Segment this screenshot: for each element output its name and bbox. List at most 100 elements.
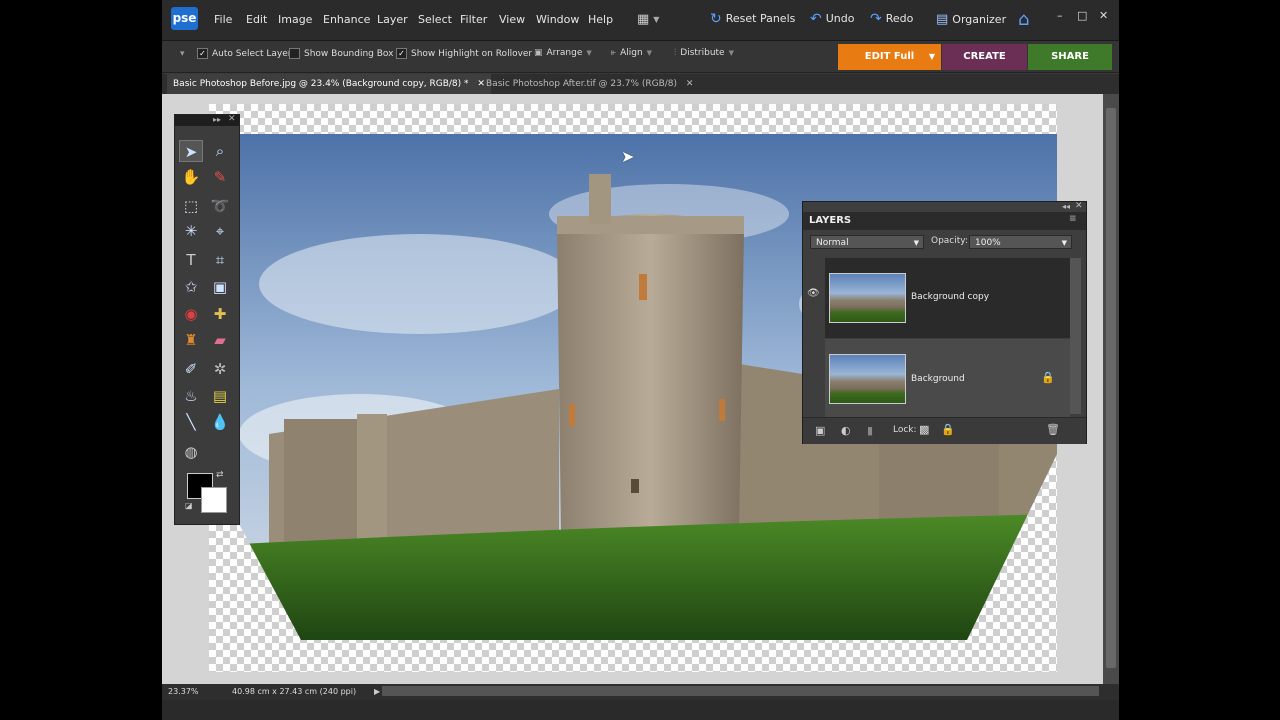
mouse-cursor-icon: ➤ bbox=[621, 147, 635, 166]
blend-mode-select[interactable]: Normal ▼ bbox=[810, 235, 924, 249]
menu-file[interactable]: File bbox=[214, 13, 232, 26]
default-colors-icon[interactable]: ◪ bbox=[185, 501, 193, 510]
reset-panels-label: Reset Panels bbox=[725, 12, 796, 25]
layer-row-background[interactable]: Background 🔒 bbox=[825, 339, 1070, 419]
bounding-box-option[interactable]: Show Bounding Box bbox=[289, 48, 393, 59]
zoom-tool-icon[interactable]: ⌕ bbox=[208, 140, 232, 162]
layers-panel-header[interactable]: LAYERS ≡ bbox=[803, 212, 1086, 230]
status-menu-arrow-icon[interactable]: ▶ bbox=[374, 687, 380, 696]
redo-button[interactable]: ↷ Redo bbox=[870, 12, 913, 26]
smart-brush-tool-icon[interactable]: ✲ bbox=[208, 358, 232, 380]
collapse-icon[interactable]: ◂◂ bbox=[1062, 202, 1070, 211]
menu-view[interactable]: View bbox=[499, 13, 525, 26]
menu-enhance[interactable]: Enhance bbox=[323, 13, 370, 26]
recompose-tool-icon[interactable]: ▣ bbox=[208, 276, 232, 298]
line-tool-icon[interactable]: ╲ bbox=[179, 411, 203, 433]
marquee-tool-icon[interactable]: ⬚ bbox=[179, 195, 203, 217]
close-button[interactable]: ✕ bbox=[1099, 9, 1108, 22]
collapse-icon[interactable]: ▸▸ bbox=[213, 115, 221, 124]
highlight-checkbox[interactable]: ✓ bbox=[396, 48, 407, 59]
cookie-cutter-tool-icon[interactable]: ✩ bbox=[179, 276, 203, 298]
move-tool-icon[interactable]: ➤ bbox=[179, 140, 203, 162]
scroll-thumb[interactable] bbox=[1106, 108, 1116, 668]
layer-thumbnail bbox=[829, 273, 906, 323]
quick-selection-tool-icon[interactable]: ⌖ bbox=[208, 220, 232, 242]
crop-tool-icon[interactable]: ⌗ bbox=[208, 249, 232, 271]
minimize-button[interactable]: – bbox=[1057, 9, 1063, 22]
straighten-tool-icon[interactable]: ◍ bbox=[179, 441, 203, 463]
panel-menu-icon[interactable]: ≡ bbox=[1069, 214, 1077, 224]
red-eye-tool-icon[interactable]: ◉ bbox=[179, 303, 203, 325]
clone-stamp-tool-icon[interactable]: ♜ bbox=[179, 329, 203, 351]
blur-tool-icon[interactable]: 💧 bbox=[208, 411, 232, 433]
trash-icon[interactable]: 🗑 bbox=[1046, 423, 1060, 436]
align-dropdown[interactable]: ⫦ Align ▼ bbox=[611, 48, 652, 58]
workspace-layout-button[interactable]: ▦ ▼ bbox=[637, 12, 659, 27]
hand-tool-icon[interactable]: ✋ bbox=[179, 166, 203, 188]
create-tab[interactable]: CREATE bbox=[942, 44, 1027, 70]
layers-scrollbar[interactable] bbox=[1070, 258, 1081, 414]
auto-select-checkbox[interactable]: ✓ bbox=[197, 48, 208, 59]
lock-transparency-icon[interactable]: ▩ bbox=[919, 423, 929, 436]
distribute-dropdown[interactable]: ⫶ Distribute ▼ bbox=[674, 48, 734, 58]
new-layer-icon[interactable]: ▣ bbox=[815, 424, 825, 437]
vertical-scrollbar[interactable] bbox=[1103, 94, 1119, 684]
eyedropper-tool-icon[interactable]: ✎ bbox=[208, 166, 232, 188]
home-icon: ⌂ bbox=[1018, 9, 1030, 30]
menu-select[interactable]: Select bbox=[418, 13, 452, 26]
horizontal-scrollbar[interactable] bbox=[382, 686, 1099, 696]
lasso-tool-icon[interactable]: ➰ bbox=[208, 195, 232, 217]
menu-window[interactable]: Window bbox=[536, 13, 579, 26]
share-tab[interactable]: SHARE bbox=[1028, 44, 1112, 70]
menu-edit[interactable]: Edit bbox=[246, 13, 267, 26]
layer-row-background-copy[interactable]: 👁 Background copy bbox=[807, 258, 1070, 338]
reset-panels-button[interactable]: ↻ Reset Panels bbox=[710, 12, 796, 26]
gradient-tool-icon[interactable]: ▤ bbox=[208, 385, 232, 407]
restore-button[interactable]: □ bbox=[1077, 9, 1087, 22]
edit-full-tab[interactable]: EDIT Full ▼ bbox=[838, 44, 941, 70]
magic-wand-tool-icon[interactable]: ✳ bbox=[179, 220, 203, 242]
doc-tab-after[interactable]: Basic Photoshop After.tif @ 23.7% (RGB/8… bbox=[480, 74, 699, 94]
brush-tool-icon[interactable]: ✐ bbox=[179, 358, 203, 380]
layers-panel-footer: ▣ ◐ ▮ Lock: ▩ 🔒 🗑 bbox=[803, 417, 1086, 444]
doc-tab-before[interactable]: Basic Photoshop Before.jpg @ 23.4% (Back… bbox=[167, 74, 491, 94]
arrange-icon: ▣ bbox=[534, 48, 543, 58]
type-tool-icon[interactable]: T bbox=[179, 249, 203, 271]
menu-bar: pse File Edit Image Enhance Layer Select… bbox=[162, 0, 1119, 41]
close-icon[interactable]: ✕ bbox=[228, 114, 236, 124]
close-icon[interactable]: ✕ bbox=[686, 79, 694, 89]
lock-icon: 🔒 bbox=[1041, 371, 1055, 384]
arrange-dropdown[interactable]: ▣ Arrange ▼ bbox=[534, 48, 592, 58]
bounding-box-label: Show Bounding Box bbox=[304, 48, 394, 59]
chevron-down-icon: ▼ bbox=[928, 52, 935, 61]
options-menu-arrow-icon[interactable]: ▾ bbox=[180, 49, 185, 59]
menu-image[interactable]: Image bbox=[278, 13, 312, 26]
swap-colors-icon[interactable]: ⇄ bbox=[216, 470, 224, 480]
distribute-label: Distribute bbox=[680, 48, 725, 58]
home-button[interactable]: ⌂ bbox=[1018, 9, 1029, 30]
undo-button[interactable]: ↶ Undo bbox=[810, 12, 854, 26]
zoom-readout[interactable]: 23.37% bbox=[168, 687, 199, 696]
organizer-button[interactable]: ▤ Organizer bbox=[936, 12, 1006, 27]
eraser-tool-icon[interactable]: ▰ bbox=[208, 329, 232, 351]
menu-help[interactable]: Help bbox=[588, 13, 613, 26]
auto-select-layer-option[interactable]: ✓ Auto Select Layer bbox=[197, 48, 291, 59]
chevron-down-icon: ▼ bbox=[586, 49, 592, 57]
mask-icon[interactable]: ▮ bbox=[867, 424, 873, 437]
highlight-rollover-option[interactable]: ✓ Show Highlight on Rollover bbox=[396, 48, 532, 59]
adjustment-layer-icon[interactable]: ◐ bbox=[841, 424, 851, 437]
background-color-swatch[interactable] bbox=[201, 487, 227, 513]
close-icon[interactable]: ✕ bbox=[1075, 201, 1083, 211]
menu-layer[interactable]: Layer bbox=[377, 13, 408, 26]
healing-brush-tool-icon[interactable]: ✚ bbox=[208, 303, 232, 325]
document-tabs: Basic Photoshop Before.jpg @ 23.4% (Back… bbox=[162, 74, 1119, 94]
doc-tab-label: Basic Photoshop Before.jpg @ 23.4% (Back… bbox=[173, 79, 469, 89]
opacity-field[interactable]: 100% ▼ bbox=[969, 235, 1072, 249]
menu-filter[interactable]: Filter bbox=[460, 13, 487, 26]
paint-bucket-tool-icon[interactable]: ♨ bbox=[179, 385, 203, 407]
bounding-box-checkbox[interactable] bbox=[289, 48, 300, 59]
lock-all-icon[interactable]: 🔒 bbox=[941, 423, 955, 436]
edit-tab-label: EDIT Full bbox=[864, 51, 915, 62]
toolbox-header[interactable]: ▸▸ ✕ bbox=[175, 114, 239, 126]
eye-icon[interactable]: 👁 bbox=[807, 288, 820, 299]
